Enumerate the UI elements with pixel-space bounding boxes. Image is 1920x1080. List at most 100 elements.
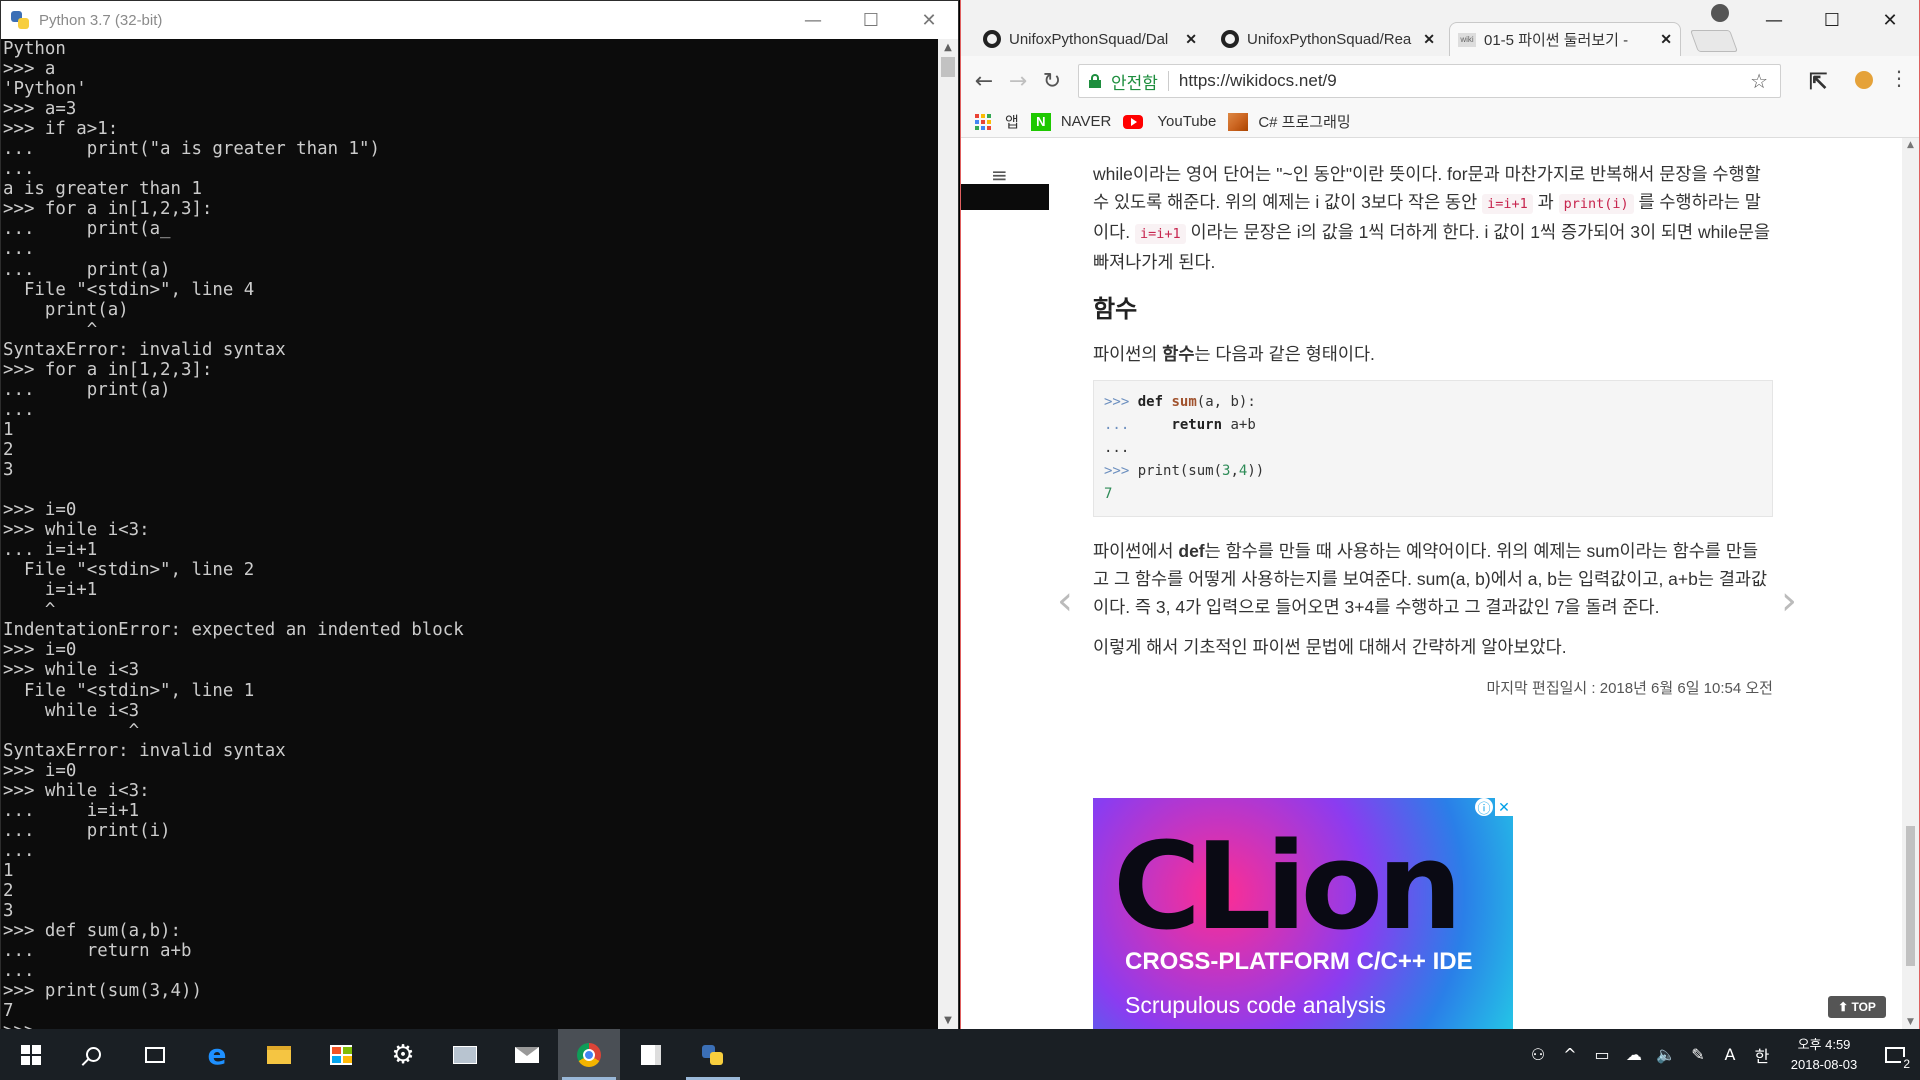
console-line: 7 <box>3 1001 14 1022</box>
prev-page-arrow-icon[interactable]: ‹ <box>1057 578 1073 624</box>
tab-unifox-dal[interactable]: UnifoxPythonSquad/Dal ✕ <box>975 22 1205 56</box>
console-line: >>> for a in[1,2,3]: <box>3 359 213 380</box>
console-line: 2 <box>3 880 14 901</box>
clion-ad-banner[interactable]: CLion CROSS-PLATFORM C/C++ IDE Scrupulou… <box>1093 798 1513 1029</box>
chrome-menu-icon[interactable]: ⋮ <box>1889 66 1909 90</box>
tab-close-icon[interactable]: ✕ <box>1660 31 1672 48</box>
chrome-close-button[interactable]: ✕ <box>1861 0 1919 40</box>
console-line: >>> while i<3 <box>3 660 140 681</box>
page-scrollbar[interactable]: ▲ ▼ <box>1902 138 1919 1029</box>
ime-mode-icon[interactable]: A <box>1714 1045 1746 1064</box>
bookmark-csharp[interactable]: C# 프로그래밍 <box>1228 111 1351 132</box>
console-line: >>> a <box>3 59 56 80</box>
new-tab-button[interactable] <box>1689 30 1739 52</box>
profile-icon[interactable] <box>1711 4 1729 22</box>
bookmark-star-icon[interactable]: ☆ <box>1750 69 1768 94</box>
reload-button[interactable]: ↻ <box>1035 64 1069 98</box>
taskbar-python[interactable] <box>682 1029 744 1080</box>
console-line: >>> while i<3: <box>3 780 150 801</box>
tab-close-icon[interactable]: ✕ <box>1185 31 1197 48</box>
console-line: SyntaxError: invalid syntax <box>3 740 286 761</box>
scroll-up-arrow-icon[interactable]: ▲ <box>1902 140 1919 150</box>
taskbar-mail[interactable] <box>496 1029 558 1080</box>
forward-button[interactable]: → <box>1001 64 1035 98</box>
bookmark-naver[interactable]: N NAVER <box>1030 112 1112 131</box>
pen-icon[interactable]: ✎ <box>1682 1045 1714 1064</box>
ad-info-icon[interactable]: ⓘ <box>1475 798 1493 816</box>
tab-unifox-rea[interactable]: UnifoxPythonSquad/Rea ✕ <box>1213 22 1443 56</box>
network-icon[interactable]: ☁ <box>1618 1045 1650 1064</box>
start-button[interactable] <box>0 1029 62 1080</box>
scroll-down-arrow-icon[interactable]: ▼ <box>1902 1017 1919 1027</box>
battery-icon[interactable]: ▭ <box>1586 1045 1618 1064</box>
github-icon <box>983 30 1001 48</box>
console-line: >>> def sum(a,b): <box>3 921 181 942</box>
chrome-maximize-button[interactable]: ☐ <box>1803 0 1861 40</box>
page-viewport[interactable]: ≡ while이라는 영어 단어는 "~인 동안"이란 뜻이다. for문과 마… <box>961 138 1919 1029</box>
console-line: >>> while i<3: <box>3 520 150 541</box>
bookmark-youtube[interactable]: YouTube <box>1123 113 1216 130</box>
bookmark-apps[interactable]: 앱 <box>975 111 1019 132</box>
section-heading: 함수 <box>1093 296 1138 323</box>
python-titlebar[interactable]: Python 3.7 (32-bit) — ☐ ✕ <box>1 1 958 39</box>
scrollbar-thumb[interactable] <box>1906 826 1915 966</box>
console-line: while i<3 <box>3 700 140 721</box>
console-line: 1 <box>3 419 14 440</box>
taskbar-sticky-notes[interactable] <box>620 1029 682 1080</box>
edge-icon: e <box>207 1038 227 1071</box>
console-line: >>> print(sum(3,4)) <box>3 981 202 1002</box>
clock[interactable]: 오후 4:59 2018-08-03 <box>1778 1035 1870 1075</box>
tab-strip[interactable]: UnifoxPythonSquad/Dal ✕ UnifoxPythonSqua… <box>961 0 1919 56</box>
url-text[interactable]: https://wikidocs.net/9 <box>1179 71 1337 91</box>
next-page-arrow-icon[interactable]: › <box>1781 578 1797 624</box>
python-console-window[interactable]: Python 3.7 (32-bit) — ☐ ✕ Python >>> a 'Py… <box>0 0 959 1030</box>
console-line: >>> if a>1: <box>3 119 119 140</box>
system-tray: ⚇ ^ ▭ ☁ 🔈 ✎ A 한 오후 4:59 2018-08-03 2 <box>1522 1029 1920 1080</box>
chrome-window[interactable]: UnifoxPythonSquad/Dal ✕ UnifoxPythonSqua… <box>960 0 1920 1029</box>
action-center-button[interactable]: 2 <box>1870 1029 1920 1080</box>
cookie-extension-icon[interactable] <box>1855 71 1873 89</box>
taskbar-app[interactable] <box>434 1029 496 1080</box>
taskbar-chrome[interactable] <box>558 1029 620 1080</box>
tab-close-icon[interactable]: ✕ <box>1423 31 1435 48</box>
console-line: ... <box>3 159 35 180</box>
tab-wikidocs[interactable]: wiki 01-5 파이썬 둘러보기 - ✕ <box>1449 22 1681 56</box>
show-hidden-icons-chevron-icon[interactable]: ^ <box>1554 1045 1586 1064</box>
console-line: ^ <box>3 600 56 621</box>
volume-icon[interactable]: 🔈 <box>1650 1045 1682 1064</box>
address-bar[interactable]: 안전함 https://wikidocs.net/9 ☆ <box>1078 64 1781 98</box>
tab-title: 01-5 파이썬 둘러보기 - <box>1484 32 1629 49</box>
taskbar-settings[interactable]: ⚙ <box>372 1029 434 1080</box>
scrollbar-thumb[interactable] <box>941 57 955 77</box>
hamburger-menu-icon[interactable]: ≡ <box>991 163 1008 187</box>
scroll-up-arrow-icon[interactable]: ▲ <box>938 39 958 57</box>
scroll-down-arrow-icon[interactable]: ▼ <box>938 1012 958 1030</box>
python-console-scrollbar[interactable]: ▲ ▼ <box>938 39 958 1030</box>
console-line: File "<stdin>", line 2 <box>3 560 255 581</box>
console-line: >>> a=3 <box>3 99 77 120</box>
taskbar-edge[interactable]: e <box>186 1029 248 1080</box>
back-button[interactable]: ← <box>967 64 1001 98</box>
task-view-button[interactable] <box>124 1029 186 1080</box>
ad-close-icon[interactable]: ✕ <box>1495 798 1513 816</box>
people-icon[interactable]: ⚇ <box>1522 1045 1554 1064</box>
console-line: SyntaxError: invalid syntax <box>3 339 286 360</box>
python-minimize-button[interactable]: — <box>784 1 842 39</box>
taskbar-store[interactable] <box>310 1029 372 1080</box>
python-window-title: Python 3.7 (32-bit) <box>39 11 163 29</box>
folder-icon <box>267 1045 291 1064</box>
chrome-minimize-button[interactable]: — <box>1745 0 1803 40</box>
bookmark-label: NAVER <box>1060 113 1112 130</box>
ad-title: CLion <box>1113 818 1463 957</box>
taskbar: e ⚙ ⚇ ^ ▭ ☁ 🔈 ✎ A 한 오후 4:59 2018-08-03 2 <box>0 1029 1920 1080</box>
last-edited-timestamp: 마지막 편집일시 : 2018년 6월 6일 10:54 오전 <box>1486 680 1773 697</box>
python-console-output[interactable]: Python >>> a 'Python' >>> a=3 >>> if a>1:...… <box>1 39 939 1030</box>
python-close-button[interactable]: ✕ <box>900 1 958 39</box>
scroll-top-button[interactable]: ⬆ TOP <box>1828 996 1886 1018</box>
taskbar-file-explorer[interactable] <box>248 1029 310 1080</box>
ime-hangul-icon[interactable]: 한 <box>1746 1043 1778 1067</box>
search-button[interactable] <box>62 1029 124 1080</box>
python-maximize-button[interactable]: ☐ <box>842 1 900 39</box>
article-content: while이라는 영어 단어는 "~인 동안"이란 뜻이다. for문과 마찬가… <box>1093 160 1773 703</box>
extension-icon[interactable]: ⇱ <box>1809 69 1827 95</box>
